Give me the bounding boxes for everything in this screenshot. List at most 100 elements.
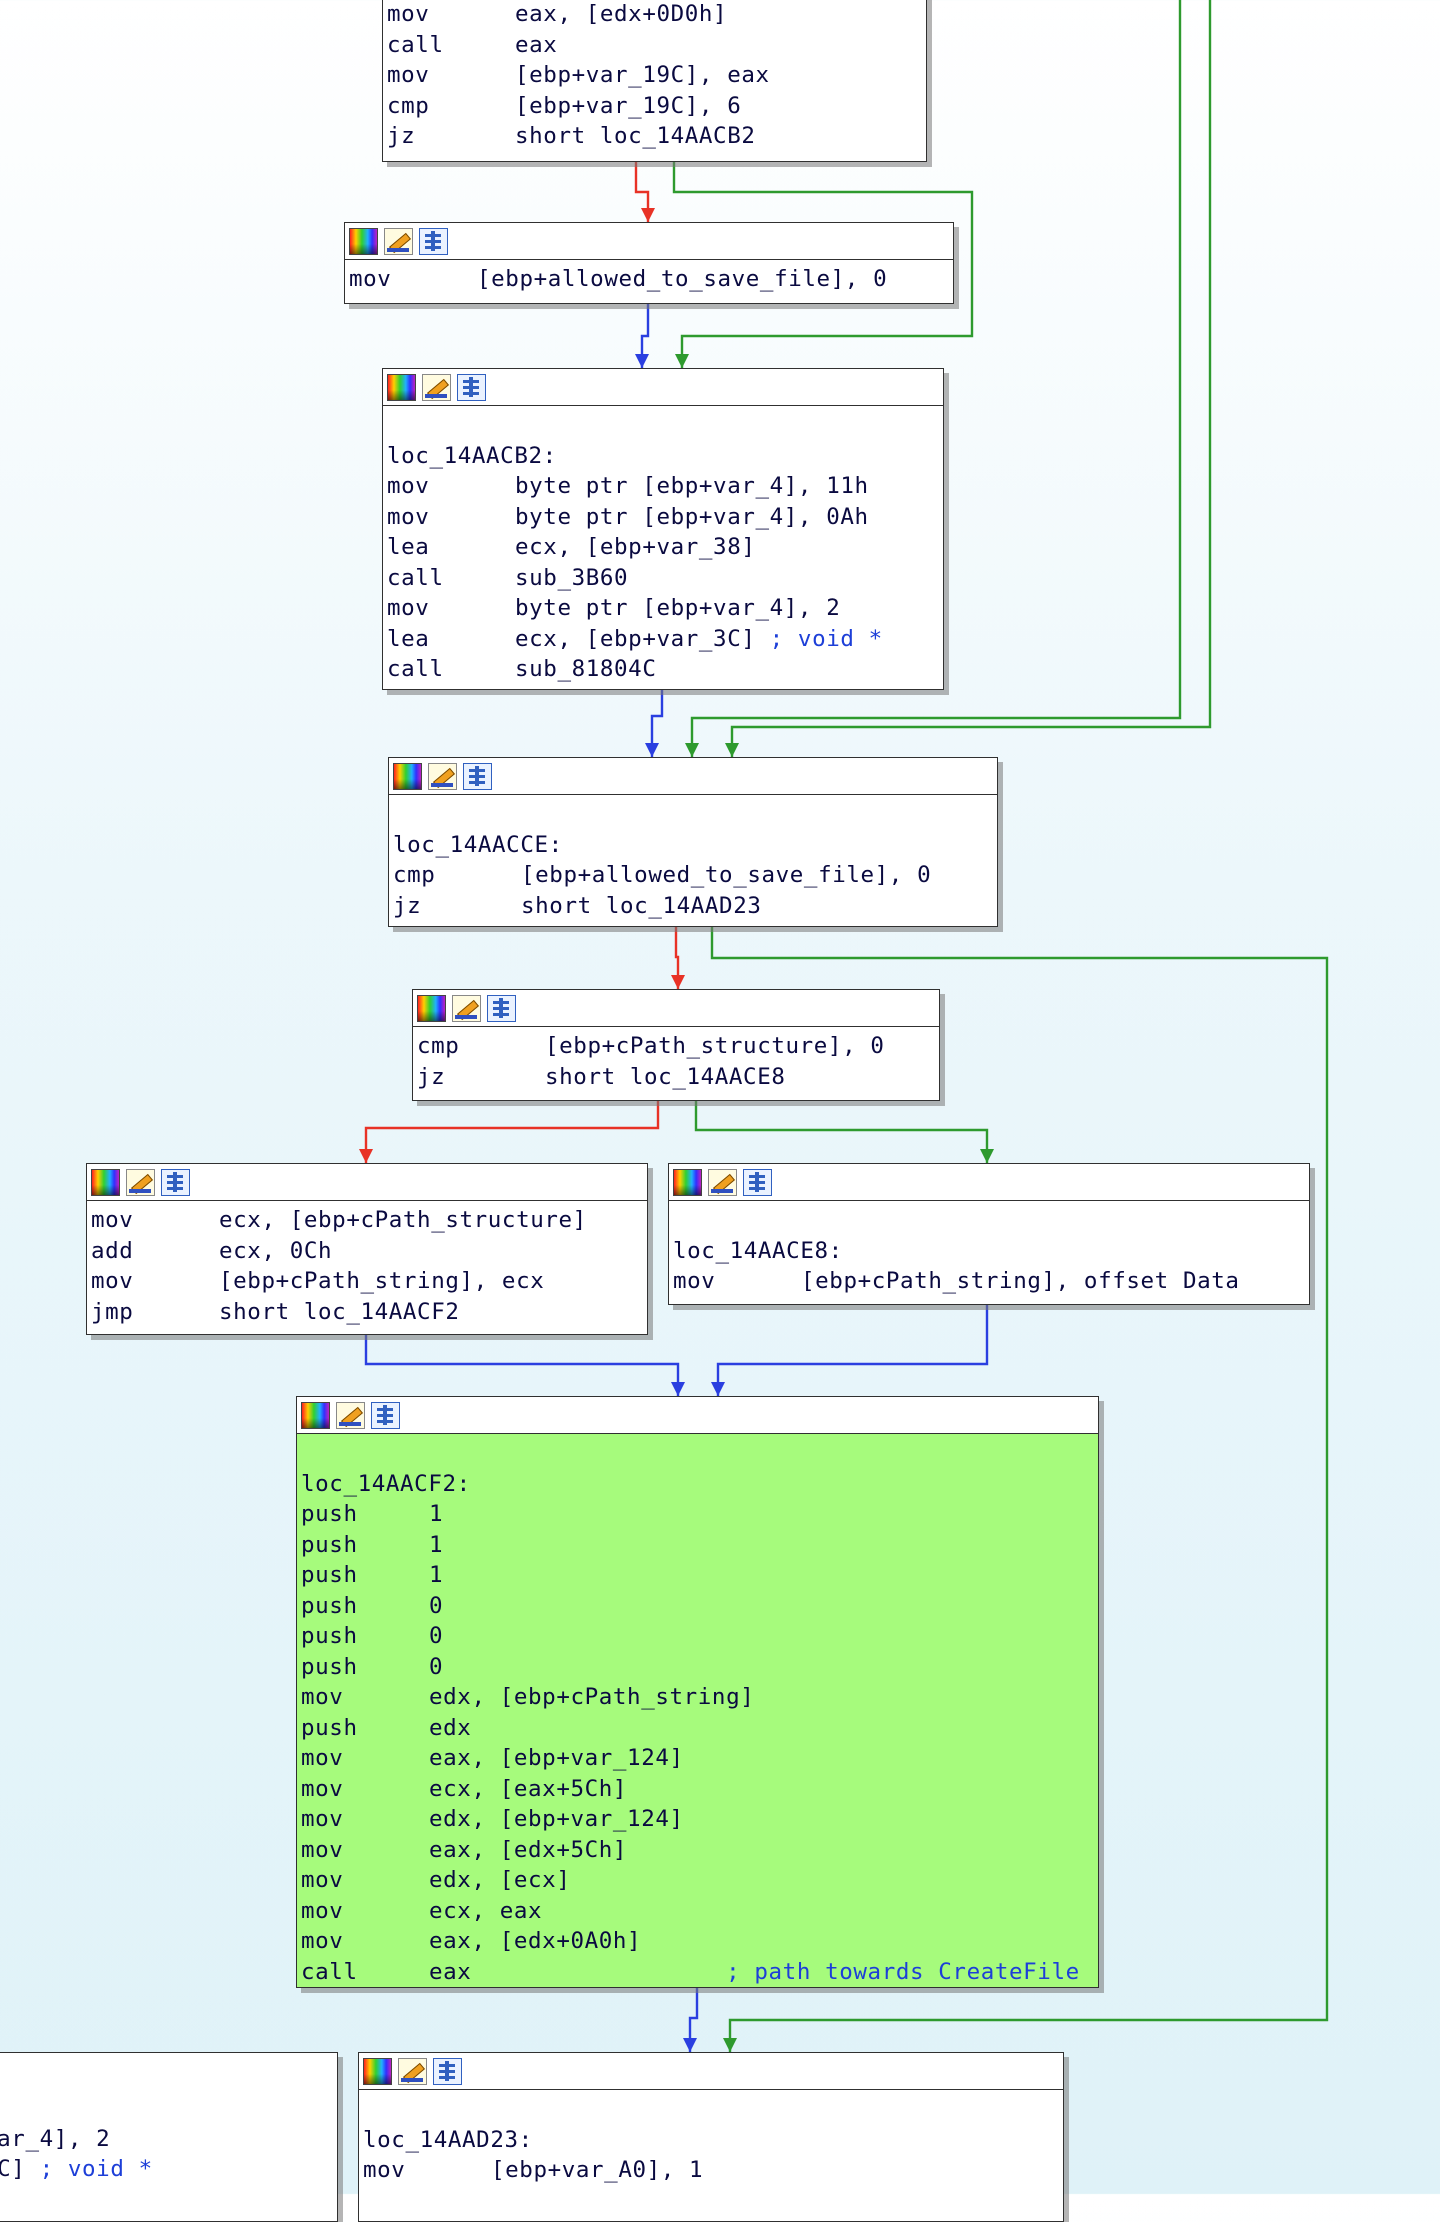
instruction-line[interactable]: cmp [ebp+var_19C], 6 (387, 91, 920, 122)
color-palette-icon[interactable] (363, 2057, 392, 2085)
color-palette-icon[interactable] (393, 762, 422, 790)
operands: 3C] (0, 2156, 26, 2182)
color-palette-icon[interactable] (673, 1168, 702, 1196)
instruction-line[interactable]: mov byte ptr [ebp+var_4], 11h (387, 471, 937, 502)
code-label[interactable]: loc_14AACE8: (673, 1236, 1303, 1267)
instruction-line[interactable]: mov [ebp+var_19C], eax (387, 60, 920, 91)
mnemonic: push (301, 1592, 358, 1619)
instruction-line[interactable]: var_4], 2 (0, 2124, 331, 2155)
basic-block-partial-left[interactable]: 0var_4], 23C] ; void * (0, 2052, 338, 2222)
color-palette-icon[interactable] (349, 227, 378, 255)
instruction-line[interactable]: add ecx, 0Ch (91, 1236, 641, 1267)
mnemonic: add (91, 1237, 134, 1264)
graph-overview-icon[interactable] (487, 994, 516, 1022)
instruction-line[interactable]: lea ecx, [ebp+var_38] (387, 532, 937, 563)
graph-overview-icon[interactable] (371, 1401, 400, 1429)
instruction-line[interactable]: jz short loc_14AACE8 (417, 1062, 933, 1093)
operands: byte ptr [ebp+var_4], 0Ah (515, 503, 869, 530)
edit-icon[interactable] (708, 1168, 737, 1196)
code-label[interactable]: loc_14AACCE: (393, 830, 991, 861)
edit-icon[interactable] (384, 227, 413, 255)
mnemonic: mov (387, 595, 430, 621)
instruction-line[interactable]: mov [ebp+allowed_to_save_file], 0 (349, 264, 947, 295)
color-palette-icon[interactable] (387, 373, 416, 401)
instruction-line[interactable]: mov [ebp+var_A0], 1 (363, 2155, 1057, 2186)
edit-icon[interactable] (398, 2057, 427, 2085)
instruction-line[interactable]: mov ecx, [eax+5Ch] (301, 1774, 1092, 1805)
instruction-line[interactable]: mov edx, [ecx] (301, 1865, 1092, 1896)
mnemonic: mov (301, 1745, 344, 1771)
edit-icon[interactable] (336, 1401, 365, 1429)
graph-overview-icon[interactable] (463, 762, 492, 790)
instruction-line[interactable]: call eax (387, 30, 920, 61)
instruction-line[interactable]: call eax ; path towards CreateFile (301, 1957, 1092, 1988)
color-palette-icon[interactable] (301, 1401, 330, 1429)
instruction-line[interactable]: jz short loc_14AAD23 (393, 891, 991, 922)
instruction-line[interactable]: push 1 (301, 1530, 1092, 1561)
operands: sub_81804C (515, 656, 657, 682)
basic-block-loc-14aace8[interactable]: loc_14AACE8: mov [ebp+cPath_string], offse… (668, 1163, 1310, 1305)
instruction-line[interactable]: lea ecx, [ebp+var_3C] ; void * (387, 624, 937, 655)
basic-block-set-cpath-string-from-structure[interactable]: mov ecx, [ebp+cPath_structure] add ecx, 0Ch… (86, 1163, 648, 1335)
basic-block-clear-allowed-flag[interactable]: mov [ebp+allowed_to_save_file], 0 (344, 222, 954, 304)
graph-overview-icon[interactable] (433, 2057, 462, 2085)
mnemonic: jz (393, 892, 422, 919)
instruction-line[interactable]: mov ecx, [ebp+cPath_structure] (91, 1205, 641, 1236)
mnemonic: push (301, 1623, 358, 1649)
instruction-line[interactable]: jz short loc_14AACB2 (387, 121, 920, 152)
operands: 0 (429, 1653, 444, 1680)
instruction-line[interactable]: mov [ebp+cPath_string], offset Data (673, 1266, 1303, 1297)
instruction-line[interactable]: mov [ebp+cPath_string], ecx (91, 1266, 641, 1297)
instruction-line[interactable]: push 1 (301, 1499, 1092, 1530)
graph-overview-icon[interactable] (457, 373, 486, 401)
instruction-line[interactable]: push 0 (301, 1652, 1092, 1683)
graph-overview-icon[interactable] (419, 227, 448, 255)
instruction-line[interactable]: 0 (0, 2093, 331, 2124)
edit-icon[interactable] (422, 373, 451, 401)
code-lines: loc_14AACF2: push 1 push 1 push 1 push 0 push 0 pus… (297, 1434, 1098, 1991)
instruction-line[interactable]: mov edx, [ebp+cPath_string] (301, 1682, 1092, 1713)
instruction-line[interactable]: push 0 (301, 1621, 1092, 1652)
instruction-line[interactable]: mov edx, [ebp+var_124] (301, 1804, 1092, 1835)
instruction-line[interactable]: jmp short loc_14AACF2 (91, 1297, 641, 1328)
color-palette-icon[interactable] (417, 994, 446, 1022)
code-label[interactable]: loc_14AACF2: (301, 1469, 1092, 1500)
instruction-line[interactable]: mov eax, [edx+0A0h] (301, 1926, 1092, 1957)
edit-icon[interactable] (126, 1168, 155, 1196)
operands: edx (429, 1714, 472, 1741)
operands: short loc_14AACE8 (545, 1063, 786, 1090)
instruction-line[interactable]: cmp [ebp+allowed_to_save_file], 0 (393, 860, 991, 891)
basic-block-loc-14aacce[interactable]: loc_14AACCE: cmp [ebp+allowed_to_save_file… (388, 757, 998, 927)
basic-block-loc-14aacb2[interactable]: loc_14AACB2: mov byte ptr [ebp+var_4], 11h… (382, 368, 944, 690)
instruction-line[interactable]: 3C] ; void * (0, 2154, 331, 2185)
instruction-line[interactable]: call sub_3B60 (387, 563, 937, 594)
code-label[interactable]: loc_14AACB2: (387, 441, 937, 472)
edit-icon[interactable] (428, 762, 457, 790)
instruction-line[interactable]: push 1 (301, 1560, 1092, 1591)
instruction-line[interactable]: mov byte ptr [ebp+var_4], 2 (387, 593, 937, 624)
basic-block-loc-14aacf2-createfile-path[interactable]: loc_14AACF2: push 1 push 1 push 1 push 0 push 0 pus… (296, 1396, 1099, 1988)
instruction-line[interactable]: mov eax, [ebp+var_124] (301, 1743, 1092, 1774)
operands: 1 (429, 1501, 444, 1527)
code-label[interactable]: loc_14AAD23: (363, 2125, 1057, 2156)
edge-b3-to-b4 (674, 927, 680, 989)
basic-block-compare-var-19c[interactable]: mov eax, [edx+0D0h] call eax mov [ebp+var_19C… (382, 0, 927, 162)
graph-overview-icon[interactable] (743, 1168, 772, 1196)
instruction-line[interactable]: mov eax, [edx+0D0h] (387, 0, 920, 30)
instruction-line[interactable]: mov eax, [edx+5Ch] (301, 1835, 1092, 1866)
ida-graph-view[interactable]: mov eax, [edx+0D0h] call eax mov [ebp+var_19C… (0, 0, 1440, 2222)
instruction-line[interactable]: push 0 (301, 1591, 1092, 1622)
instruction-line[interactable]: cmp [ebp+cPath_structure], 0 (417, 1031, 933, 1062)
instruction-line[interactable]: push edx (301, 1713, 1092, 1744)
instruction-line[interactable]: mov ecx, eax (301, 1896, 1092, 1927)
color-palette-icon[interactable] (91, 1168, 120, 1196)
basic-block-loc-14aad23[interactable]: loc_14AAD23: mov [ebp+var_A0], 1 (358, 2052, 1064, 2222)
instruction-line[interactable]: call sub_81804C (387, 654, 937, 685)
edge-b4-to-b5 (364, 1101, 660, 1163)
instruction-line[interactable]: mov byte ptr [ebp+var_4], 0Ah (387, 502, 937, 533)
graph-overview-icon[interactable] (161, 1168, 190, 1196)
mnemonic: mov (301, 1897, 344, 1924)
basic-block-check-cpath-structure[interactable]: cmp [ebp+cPath_structure], 0 jz short loc_1… (412, 989, 940, 1101)
edit-icon[interactable] (452, 994, 481, 1022)
